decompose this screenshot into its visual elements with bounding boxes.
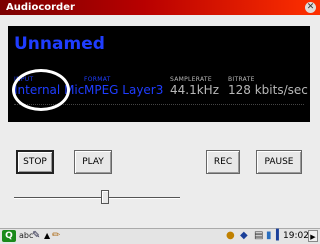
play-button[interactable]: PLAY [74,150,112,174]
position-slider-thumb[interactable] [101,190,110,204]
rec-button[interactable]: REC [206,150,240,174]
window-title: Audiocorder [6,2,75,13]
close-icon[interactable]: ✕ [305,2,316,13]
samplerate-value: 44.1kHz [170,83,219,97]
pen-icon[interactable]: ✎ [32,230,40,242]
taskbar: Q abc ✎ ▲ ✏ ● ◆ ▤ ▮ ▍ 19:02 ▶ [0,228,320,244]
bitrate-field: BITRATE 128 kbits/sec [228,76,308,97]
title-bar: Audiocorder ✕ [0,0,320,15]
samplerate-label: SAMPLERATE [170,76,212,83]
pause-button[interactable]: PAUSE [256,150,302,174]
format-value[interactable]: MPEG Layer3 [84,83,163,97]
recording-name: Unnamed [14,34,105,54]
format-label: FORMAT [84,76,111,83]
clipboard-icon[interactable]: ▤ [254,230,263,242]
position-slider-track[interactable] [14,197,180,199]
expand-arrow-icon[interactable]: ▶ [308,230,318,242]
highlight-circle [12,69,70,111]
start-menu-icon[interactable]: Q [2,230,16,242]
clock[interactable]: 19:02 [283,230,309,242]
format-field: FORMAT MPEG Layer3 [84,76,163,97]
network-icon[interactable]: ◆ [240,230,248,242]
bitrate-label: BITRATE [228,76,255,83]
pencil-icon[interactable]: ✏ [52,230,60,242]
battery-icon[interactable]: ▮ [266,230,272,242]
stop-button[interactable]: STOP [16,150,54,174]
lightbulb-icon[interactable]: ● [226,230,235,242]
samplerate-field: SAMPLERATE 44.1kHz [170,76,219,97]
up-arrow-icon[interactable]: ▲ [44,230,50,242]
bitrate-value: 128 kbits/sec [228,83,308,97]
